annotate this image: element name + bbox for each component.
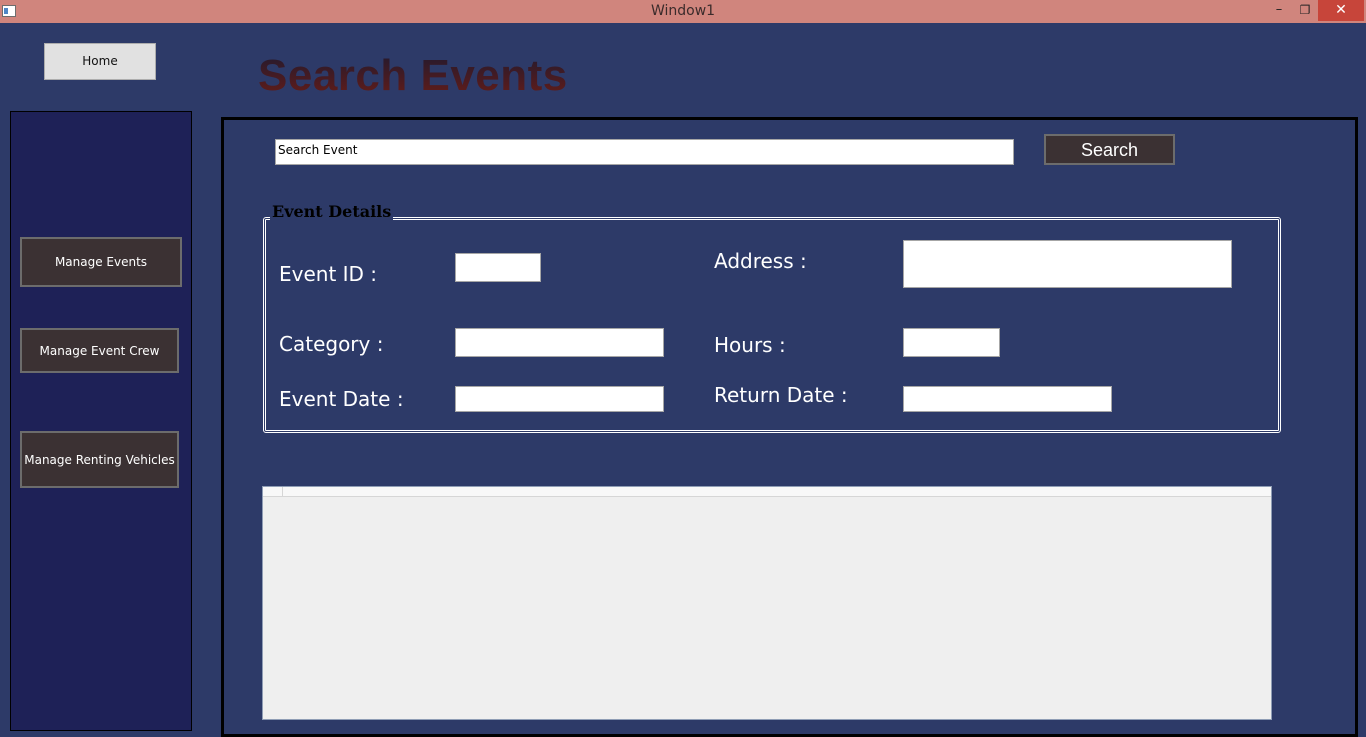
grid-select-all-corner[interactable]	[263, 487, 283, 497]
close-button[interactable]: ✕	[1318, 0, 1364, 21]
category-label: Category :	[279, 332, 384, 356]
event-details-legend: Event Details	[270, 202, 394, 221]
event-id-field[interactable]	[455, 253, 541, 282]
home-button[interactable]: Home	[44, 43, 156, 80]
manage-event-crew-button[interactable]: Manage Event Crew	[20, 328, 179, 373]
sidebar	[10, 111, 192, 731]
minimize-button[interactable]: –	[1266, 0, 1292, 21]
page-title: Search Events	[258, 51, 568, 100]
results-data-grid[interactable]	[262, 486, 1272, 720]
category-field[interactable]	[455, 328, 664, 357]
window-title: Window1	[650, 3, 716, 19]
title-bar: Window1 – ❐ ✕	[0, 0, 1366, 23]
hours-field[interactable]	[903, 328, 1000, 357]
search-button[interactable]: Search	[1044, 134, 1175, 165]
return-date-field[interactable]	[903, 386, 1112, 412]
address-field[interactable]	[903, 240, 1232, 288]
manage-renting-vehicles-button[interactable]: Manage Renting Vehicles	[20, 431, 179, 488]
grid-header	[263, 487, 1271, 497]
event-id-label: Event ID :	[279, 262, 378, 286]
event-date-field[interactable]	[455, 386, 664, 412]
manage-events-button[interactable]: Manage Events	[20, 237, 182, 287]
search-input[interactable]: Search Event	[275, 139, 1014, 165]
return-date-label: Return Date :	[714, 383, 848, 407]
restore-button[interactable]: ❐	[1292, 0, 1318, 21]
address-label: Address :	[714, 249, 807, 273]
hours-label: Hours :	[714, 333, 786, 357]
event-date-label: Event Date :	[279, 387, 404, 411]
